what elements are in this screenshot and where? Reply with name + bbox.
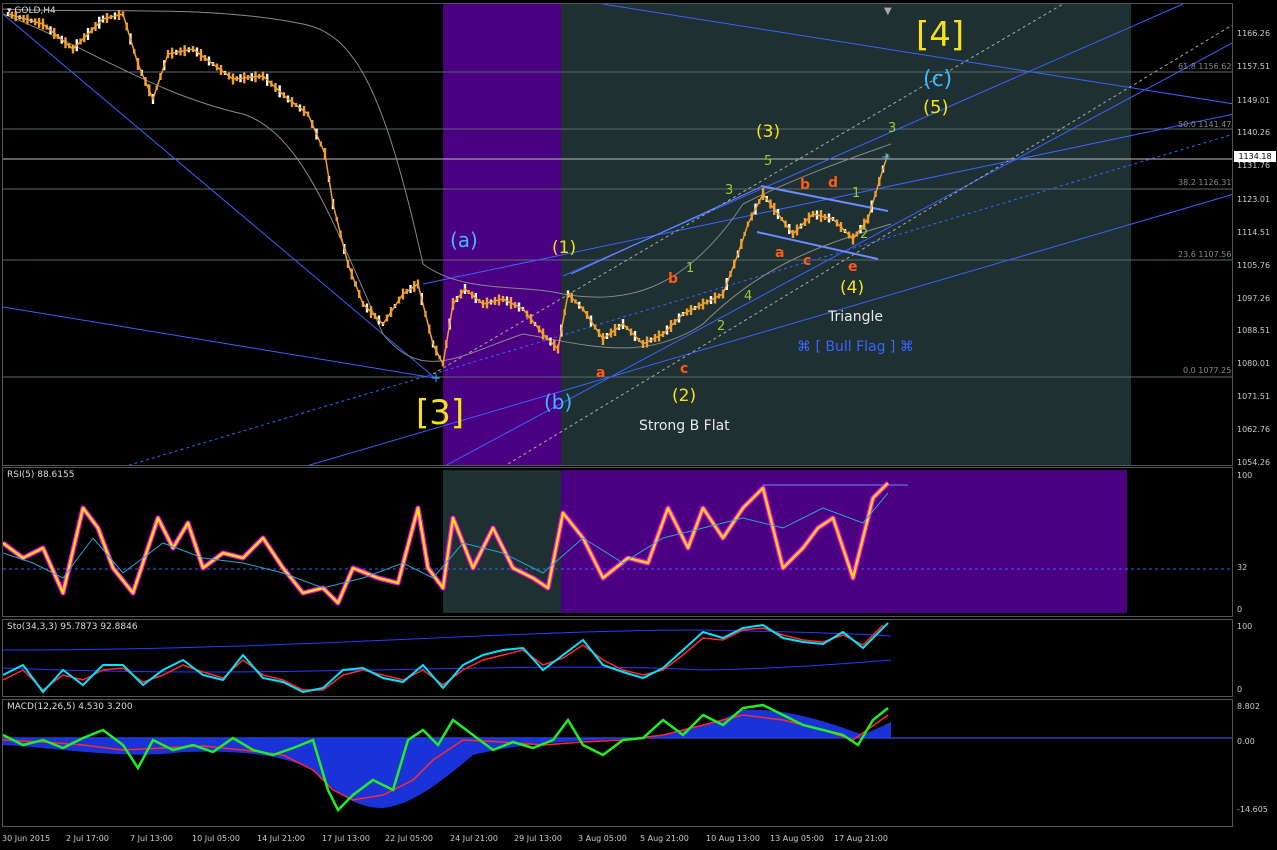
price-chart-pane[interactable]: + + ▼ ▾ GOLD,H4 61.8 1156.62 50.0 1141.4… — [2, 3, 1233, 466]
fib-236-label: 23.6 1107.56 — [1178, 250, 1232, 259]
strong-b-flat-label: Strong B Flat — [639, 418, 730, 434]
time-tick: 3 Aug 05:00 — [578, 834, 627, 843]
stoch-main — [3, 622, 889, 694]
wave-green-5: 5 — [764, 154, 773, 169]
wave-green-2b: 2 — [860, 227, 869, 242]
price-axis: 1166.26 1157.51 1149.01 1140.26 1131.76 … — [1233, 3, 1277, 467]
rsi-svg — [3, 470, 1232, 613]
rsi-label: RSI(5) 88.6155 — [7, 470, 75, 480]
dark-zone — [561, 4, 1131, 465]
wave-1: (1) — [552, 238, 577, 258]
fib-50-label: 50.0 1141.47 — [1178, 120, 1232, 129]
wave-green-2: 2 — [717, 319, 726, 334]
time-tick: 29 Jul 13:00 — [514, 834, 562, 843]
top-marker-icon: + — [881, 150, 891, 164]
stochastic-svg — [3, 622, 892, 694]
price-tick: 1114.51 — [1237, 228, 1271, 237]
macd-tick: 8.802 — [1237, 702, 1260, 711]
price-tick: 1140.26 — [1237, 128, 1271, 137]
price-tick: 1097.26 — [1237, 294, 1271, 303]
rsi-pane[interactable]: RSI(5) 88.6155 — [2, 467, 1233, 617]
wave-b-paren: (b) — [544, 390, 573, 414]
price-tick: 1149.01 — [1237, 96, 1271, 105]
bull-flag-label: ⌘ [ Bull Flag ] ⌘ — [797, 339, 914, 355]
time-tick: 22 Jul 05:00 — [385, 834, 433, 843]
rsi-tick: 0 — [1237, 605, 1243, 614]
time-tick: 5 Aug 21:00 — [640, 834, 689, 843]
wave-a-paren: (a) — [450, 228, 478, 252]
time-tick: 17 Aug 21:00 — [834, 834, 888, 843]
fib-618-label: 61.8 1156.62 — [1178, 62, 1232, 71]
price-tick: 1062.76 — [1237, 425, 1271, 434]
symbol-label: ▾ GOLD,H4 — [7, 6, 56, 16]
rsi-axis: 100 32 0 — [1233, 467, 1277, 617]
time-tick: 7 Jul 13:00 — [130, 834, 173, 843]
time-tick: 24 Jul 21:00 — [450, 834, 498, 843]
macd-svg — [3, 703, 1232, 813]
wave-small-a2: a — [775, 245, 785, 261]
macd-pane[interactable]: MACD(12,26,5) 4.530 3.200 — [2, 699, 1233, 827]
stoch-label: Sto(34,3,3) 95.7873 92.8846 — [7, 622, 138, 632]
price-tick: 1166.26 — [1237, 29, 1271, 38]
macd-tick: -14.605 — [1237, 805, 1268, 814]
dropdown-icon[interactable]: ▾ — [7, 6, 12, 16]
wave-small-e2: e — [848, 259, 858, 275]
wave-green-3b: 3 — [888, 121, 897, 136]
symbol-text: GOLD,H4 — [14, 6, 56, 16]
wave-small-b1: b — [668, 271, 679, 287]
wave-green-4: 4 — [744, 289, 753, 304]
wave-small-a1: a — [596, 365, 606, 381]
wave-green-3: 3 — [725, 183, 734, 198]
wave3-marker-icon: + — [431, 371, 441, 385]
wave-small-c2: c — [803, 253, 812, 269]
time-tick: 13 Aug 05:00 — [770, 834, 824, 843]
stoch-tick: 100 — [1237, 622, 1253, 631]
wave-4: (4) — [840, 278, 865, 298]
price-tick: 1054.26 — [1237, 458, 1271, 467]
scroll-marker-icon: ▼ — [884, 6, 892, 17]
macd-histogram — [3, 709, 891, 808]
stoch-signal — [3, 624, 884, 691]
price-tick: 1123.01 — [1237, 195, 1271, 204]
triangle-label: Triangle — [828, 309, 883, 325]
price-chart-svg: + + ▼ — [3, 4, 1232, 465]
fib-0-label: 0.0 1077.25 — [1183, 366, 1232, 375]
wave-green-1: 1 — [686, 261, 695, 276]
rsi-tick: 100 — [1237, 471, 1253, 480]
time-axis: 30 Jun 2015 2 Jul 17:00 7 Jul 13:00 10 J… — [2, 828, 1233, 850]
stoch-axis: 100 0 — [1233, 619, 1277, 697]
price-tick: 1088.51 — [1237, 326, 1271, 335]
time-tick: 30 Jun 2015 — [2, 834, 51, 843]
stoch-tick: 0 — [1237, 685, 1243, 694]
macd-axis: 8.802 0.00 -14.605 — [1233, 699, 1277, 827]
time-tick: 17 Jul 13:00 — [322, 834, 370, 843]
wave-5: (5) — [923, 97, 949, 118]
macd-tick: 0.00 — [1237, 737, 1255, 746]
wave-c-paren: (c) — [923, 67, 953, 92]
wave-small-b2: b — [800, 177, 811, 193]
price-tick: 1157.51 — [1237, 62, 1271, 71]
current-price-box: 1134.18 — [1234, 151, 1276, 162]
time-tick: 2 Jul 17:00 — [66, 834, 109, 843]
fib-382-label: 38.2 1126.31 — [1178, 178, 1232, 187]
price-tick: 1080.01 — [1237, 359, 1271, 368]
wave-3-bracket: [3] — [416, 393, 465, 433]
macd-label: MACD(12,26,5) 4.530 3.200 — [7, 702, 133, 712]
price-tick: 1131.76 — [1237, 161, 1271, 170]
price-tick: 1071.51 — [1237, 392, 1271, 401]
time-tick: 10 Aug 13:00 — [706, 834, 760, 843]
wave-small-d2: d — [828, 175, 839, 191]
price-tick: 1105.76 — [1237, 261, 1271, 270]
time-tick: 10 Jul 05:00 — [192, 834, 240, 843]
rsi-tick: 32 — [1237, 563, 1248, 572]
wave-2: (2) — [672, 386, 697, 406]
time-tick: 14 Jul 21:00 — [257, 834, 305, 843]
wave-small-c1: c — [680, 361, 689, 377]
stochastic-pane[interactable]: Sto(34,3,3) 95.7873 92.8846 — [2, 619, 1233, 697]
wave-3: (3) — [756, 122, 781, 142]
wave-green-1b: 1 — [852, 186, 861, 201]
wave-4-bracket: [4] — [916, 15, 965, 55]
rsi-purple-zone — [561, 470, 1127, 613]
